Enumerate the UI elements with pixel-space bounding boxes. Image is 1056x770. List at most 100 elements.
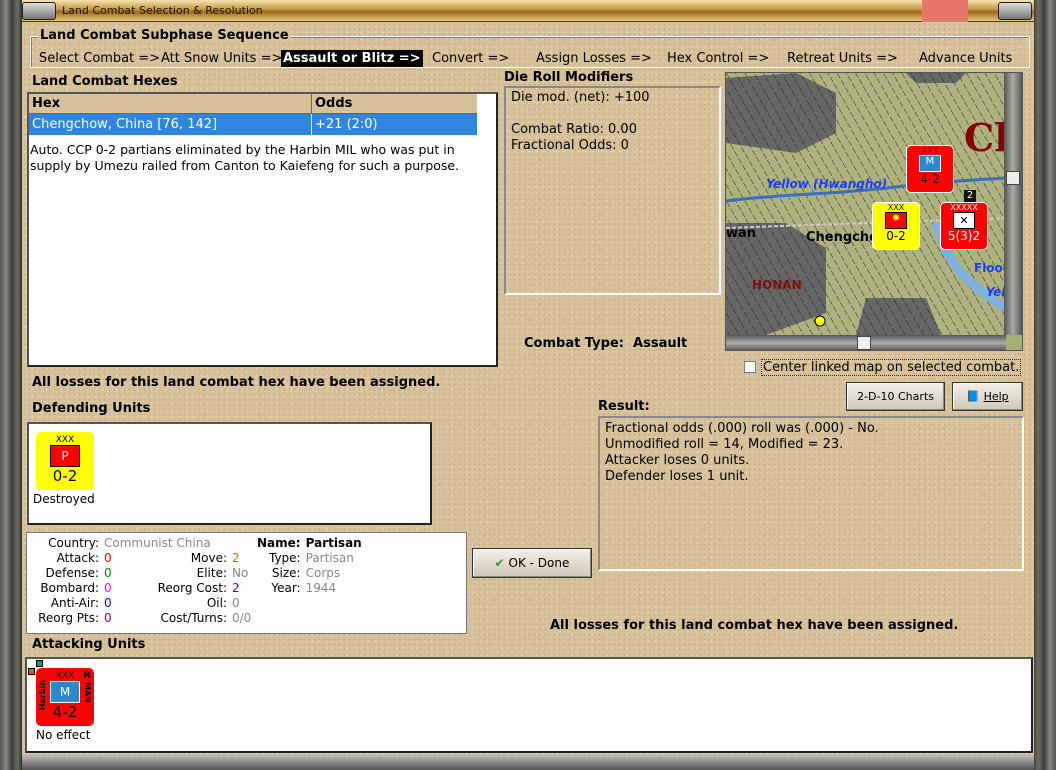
combat-note: Auto. CCP 0-2 partians eliminated by the… (30, 142, 460, 173)
map-unit-army[interactable]: XXXXX ✕ 5(3)2 (940, 202, 988, 250)
attack-key: Attack: (56, 551, 99, 565)
step-retreat-units: Retreat Units => (787, 51, 898, 66)
map-unit-attacker[interactable]: XXX M 4-2 (906, 145, 954, 193)
defense-value: 0 (104, 566, 112, 580)
defending-units-box: XXX P 0-2 Destroyed (27, 422, 432, 525)
step-advance-units: Advance Units (919, 51, 1013, 66)
table-row[interactable]: Chengchow, China [76, 142] +21 (2:0) (29, 114, 477, 135)
hex-cell: Chengchow, China [76, 142] (29, 114, 312, 135)
unit-info-panel: Country: Communist China Attack: 0 Move: 2 D… (26, 532, 467, 634)
bombard-value: 0 (104, 581, 112, 595)
combat-type-value: Assault (633, 336, 688, 351)
column-hex[interactable]: Hex (29, 94, 312, 113)
losses-assigned-message-2: All losses for this land combat hex have… (550, 618, 959, 633)
result-line: Fractional odds (.000) roll was (.000) -… (605, 421, 879, 436)
combat-type: Combat Type: Assault (524, 336, 687, 351)
move-key: Move: (190, 551, 227, 565)
step-convert: Convert => (432, 51, 510, 66)
combat-hexes-title: Land Combat Hexes (32, 74, 178, 89)
step-att-snow-units: Att Snow Units => (161, 51, 283, 66)
charts-button[interactable]: 2-D-10 Charts (846, 382, 945, 411)
unit-status: Destroyed (33, 492, 95, 506)
book-icon: 📘 (966, 390, 981, 403)
unit-size: XXX (921, 146, 939, 155)
unit-size: XXX (55, 435, 75, 445)
mini-map[interactable]: Yellow (Hwangho) Chengchow HONAN Flood Y… (725, 72, 1023, 351)
defending-unit[interactable]: XXX P 0-2 (36, 432, 94, 490)
reorg-cost-value: 2 (232, 581, 240, 595)
result-box: Fractional odds (.000) roll was (.000) -… (598, 416, 1024, 571)
attacking-units-box: XXX Harbin R MAN M 4-2 No effect (25, 657, 1033, 753)
map-label-partial: wan (726, 226, 756, 241)
name-value: Partisan (305, 536, 362, 550)
map-label-flood: Flood (974, 261, 1006, 275)
mech-icon: M (50, 681, 80, 703)
oil-key: Oil: (206, 596, 227, 610)
odds-cell: +21 (2:0) (315, 117, 378, 132)
ok-done-button[interactable]: ✔ OK - Done (472, 548, 592, 578)
map-vertical-scrollbar[interactable] (1004, 73, 1022, 335)
attacking-units-title: Attacking Units (32, 637, 146, 652)
unit-status: No effect (36, 728, 91, 742)
combat-type-label: Combat Type: (524, 336, 624, 351)
modifier-line: Combat Ratio: 0.00 (511, 122, 637, 137)
map-label-river: Yellow (Hwangho) (766, 177, 887, 191)
result-title: Result: (598, 399, 650, 414)
center-map-label[interactable]: Center linked map on selected combat. (761, 359, 1022, 376)
supply-marker (36, 660, 43, 667)
modifier-line: Fractional Odds: 0 (511, 138, 629, 153)
country-key: Country: (48, 536, 99, 550)
reorg-cost-key: Reorg Cost: (157, 581, 227, 595)
column-odds[interactable]: Odds (312, 94, 477, 113)
center-map-checkbox[interactable] (744, 361, 756, 373)
modifier-line: Die mod. (net): +100 (511, 90, 650, 105)
type-value: Partisan (305, 551, 354, 565)
unit-strength: 4-2 (920, 172, 940, 186)
mech-icon: M (919, 155, 941, 172)
move-value: 2 (232, 551, 240, 565)
losses-assigned-message: All losses for this land combat hex have… (32, 375, 441, 390)
ok-done-label: OK - Done (508, 556, 570, 570)
scroll-thumb[interactable] (857, 336, 871, 350)
title-bar[interactable]: Land Combat Selection & Resolution (22, 0, 1034, 22)
unit-corner-label: R (83, 670, 91, 681)
explosion-icon: ✹ (885, 212, 907, 229)
step-select-combat: Select Combat => (39, 51, 161, 66)
die-roll-modifiers-title: Die Roll Modifiers (504, 70, 634, 85)
minimize-button[interactable] (22, 2, 56, 20)
attacking-unit[interactable]: XXX Harbin R MAN M 4-2 (36, 668, 94, 726)
hq-marker (28, 668, 35, 675)
combat-hexes-list: Hex Odds Chengchow, China [76, 142] +21 … (27, 92, 498, 367)
oil-value: 0 (232, 596, 240, 610)
map-label-country: Ch (964, 115, 1006, 160)
step-hex-control: Hex Control => (667, 51, 770, 66)
die-roll-modifiers-box: Die mod. (net): +100 Combat Ratio: 0.00 … (504, 86, 721, 295)
window-title: Land Combat Selection & Resolution (62, 4, 263, 17)
stack-count: 2 (964, 190, 976, 202)
country-value: Communist China (104, 536, 211, 550)
reorg-pts-key: Reorg Pts: (38, 611, 99, 625)
scroll-thumb[interactable] (1006, 171, 1020, 185)
unit-size: XXX (887, 203, 905, 212)
elite-value: No (232, 566, 249, 580)
partisan-icon: P (50, 445, 80, 467)
result-line: Attacker loses 0 units. (605, 453, 750, 468)
checkmark-icon: ✔ (494, 556, 505, 570)
unit-right-label: MAN (83, 682, 92, 703)
map-horizontal-scrollbar[interactable] (726, 335, 1006, 350)
reorg-pts-value: 0 (104, 611, 112, 625)
map-unit-defender[interactable]: XXX ✹ 0-2 (872, 202, 920, 250)
size-key: Size: (271, 566, 301, 580)
close-button[interactable] (922, 0, 968, 22)
map-label-province: HONAN (752, 278, 802, 292)
size-value: Corps (305, 566, 341, 580)
help-button[interactable]: 📘 Help (952, 382, 1023, 411)
type-key: Type: (268, 551, 301, 565)
window-bottom-frame (22, 755, 1034, 770)
subphase-title: Land Combat Subphase Sequence (38, 28, 291, 43)
step-assign-losses: Assign Losses => (536, 51, 652, 66)
year-key: Year: (271, 581, 301, 595)
result-line: Defender loses 1 unit. (605, 469, 749, 484)
antiair-value: 0 (104, 596, 112, 610)
maximize-button[interactable] (998, 2, 1032, 20)
